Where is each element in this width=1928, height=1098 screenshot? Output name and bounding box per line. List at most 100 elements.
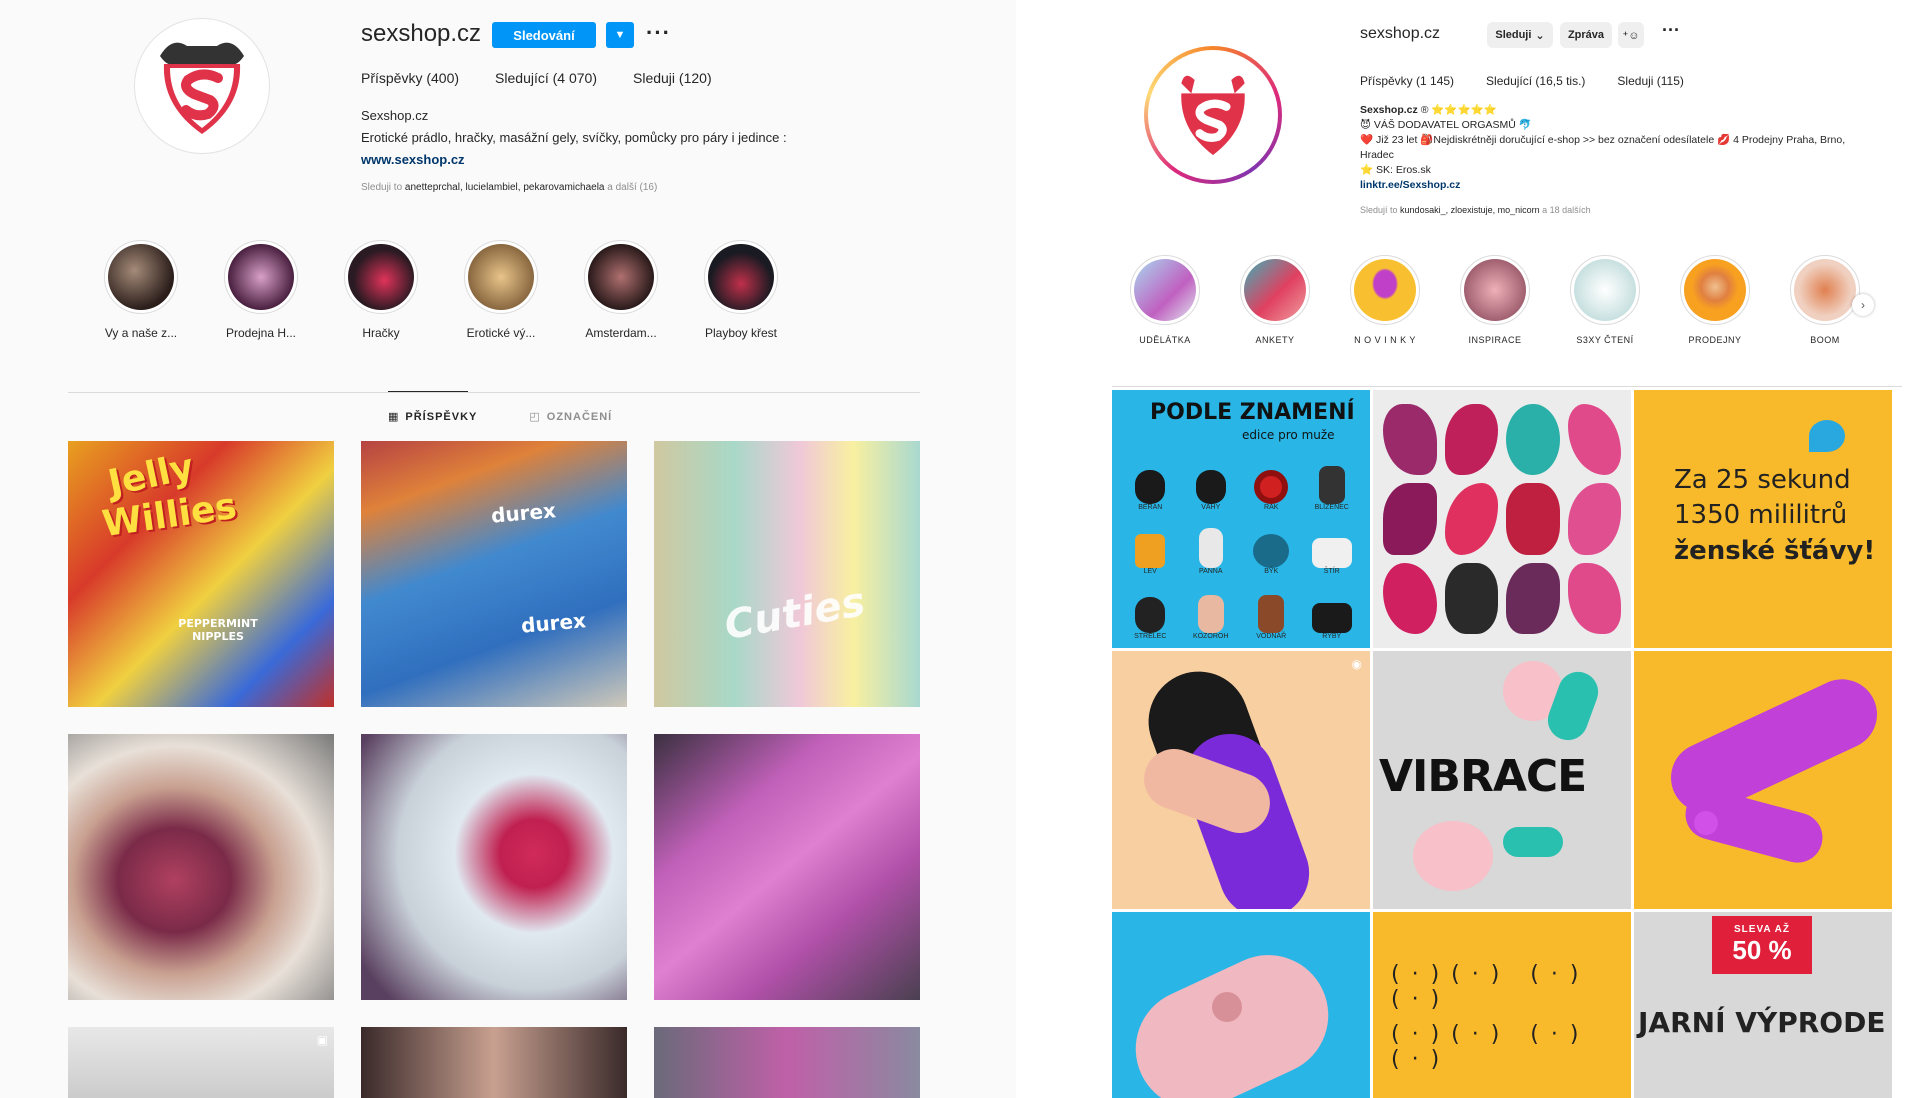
following-count[interactable]: Sleduji (115) [1617, 74, 1683, 88]
post-tile[interactable] [1373, 390, 1631, 648]
posts-grid: Jelly Willies PEPPERMINT NIPPLES durex d… [68, 441, 920, 1098]
tab-label: OZNAČENÍ [546, 410, 613, 423]
post-tile[interactable] [654, 734, 920, 1000]
post-tile[interactable]: PODLE ZNAMENÍ edice pro muže BERAN VÁHY … [1112, 390, 1370, 648]
followers-count[interactable]: Sledující (16,5 tis.) [1486, 74, 1585, 88]
more-options-icon[interactable]: ··· [1662, 20, 1680, 41]
highlight-label: Vy a naše z... [104, 326, 178, 340]
followed-by[interactable]: Sledují to kundosaki_, zloexistuje, mo_n… [1360, 205, 1591, 215]
highlight-label: Prodejna H... [225, 326, 297, 340]
chevron-down-icon: ⌄ [1535, 29, 1545, 42]
tabs-divider [68, 392, 920, 393]
post-text: PEPPERMINT NIPPLES [178, 617, 258, 643]
zodiac-label: LEV [1143, 568, 1157, 576]
followed-prefix: Sleduji to [361, 182, 403, 193]
post-tile[interactable]: Cuties [654, 441, 920, 707]
old-profile-panel: sexshop.cz Sledování ▼ ··· Příspěvky (40… [0, 0, 1016, 1098]
followers-count[interactable]: Sledující (4 070) [495, 70, 597, 86]
active-tab-indicator [388, 391, 468, 392]
following-button[interactable]: Sleduji ⌄ [1487, 22, 1553, 48]
followed-suffix: a 18 dalších [1542, 205, 1591, 215]
post-tile[interactable] [1634, 651, 1892, 909]
post-tile[interactable] [1112, 912, 1370, 1098]
highlight-label: N O V I N K Y [1354, 335, 1416, 345]
reel-icon: ▣ [316, 1033, 328, 1047]
zodiac-label: KOZOROH [1193, 633, 1229, 640]
profile-tabs: ▦ PŘÍSPĚVKY ◰ OZNAČENÍ [388, 410, 613, 424]
zodiac-label: BLÍŽENEC [1314, 503, 1349, 511]
post-text: ženské šťávy! [1674, 536, 1876, 566]
followed-names[interactable]: kundosaki_, zloexistuje, mo_nicorn [1400, 205, 1540, 215]
zodiac-label: ŠTÍR [1323, 568, 1340, 576]
highlight-item[interactable]: Erotické vý... [464, 240, 538, 340]
post-tile[interactable] [654, 1027, 920, 1098]
posts-count: Příspěvky (1 145) [1360, 74, 1455, 88]
highlight-item[interactable]: Vy a naše z... [104, 240, 178, 340]
highlight-item[interactable]: Prodejna H... [224, 240, 298, 340]
sale-badge-text: SLEVA AŽ [1734, 924, 1790, 935]
highlight-item[interactable]: UDĚLÁTKA [1130, 255, 1200, 345]
tab-tagged[interactable]: ◰ OZNAČENÍ [529, 410, 613, 424]
add-person-icon[interactable]: ⁺☺ [1618, 22, 1644, 48]
zodiac-label: BÝK [1264, 568, 1279, 576]
post-tile[interactable] [68, 734, 334, 1000]
post-tile[interactable]: Jelly Willies PEPPERMINT NIPPLES [68, 441, 334, 707]
highlight-item[interactable]: BOOM [1790, 255, 1860, 345]
message-button[interactable]: Zpráva [1560, 22, 1612, 48]
highlight-label: Playboy křest [704, 326, 778, 340]
highlight-label: UDĚLÁTKA [1139, 335, 1191, 345]
bio-line: ⭐ SK: Eros.sk [1360, 164, 1431, 176]
highlight-item[interactable]: INSPIRACE [1460, 255, 1530, 345]
post-text: durex [490, 498, 557, 528]
followed-prefix: Sledují to [1360, 205, 1398, 215]
followed-names[interactable]: anetteprchal, lucielambiel, pekarovamich… [405, 182, 605, 193]
highlight-item[interactable]: Amsterdam... [584, 240, 658, 340]
highlight-item[interactable]: Hračky [344, 240, 418, 340]
following-button[interactable]: Sledování [492, 22, 596, 48]
posts-count: Příspěvky (400) [361, 70, 460, 86]
highlight-item[interactable]: ANKETY [1240, 255, 1310, 345]
following-label: Sleduji [1495, 29, 1532, 41]
post-title: JARNÍ VÝPRODE [1638, 1006, 1886, 1039]
post-tile[interactable]: ◉ [1112, 651, 1370, 909]
story-highlights: Vy a naše z... Prodejna H... Hračky Erot… [104, 240, 778, 340]
profile-stats: Příspěvky (400) Sledující (4 070) Sleduj… [361, 70, 712, 86]
username: sexshop.cz [1360, 25, 1441, 42]
post-title: VIBRACE [1379, 751, 1587, 802]
bio-name: Sexshop.cz [361, 108, 429, 123]
post-tile[interactable] [361, 1027, 627, 1098]
post-tile[interactable] [361, 734, 627, 1000]
tag-icon: ◰ [529, 411, 541, 423]
bio-link[interactable]: www.sexshop.cz [361, 152, 465, 167]
bio-stars: ® ⭐⭐⭐⭐⭐ [1420, 104, 1497, 116]
highlight-label: BOOM [1810, 335, 1840, 345]
post-tile[interactable]: durex durex [361, 441, 627, 707]
post-tile[interactable]: (·)(·) (·)(·) (·)(·) (·)(·) [1373, 912, 1631, 1098]
post-tile[interactable]: Za 25 sekund 1350 mililitrů ženské šťávy… [1634, 390, 1892, 648]
highlight-item[interactable]: Playboy křest [704, 240, 778, 340]
post-tile[interactable]: ▣ [68, 1027, 334, 1098]
story-highlights: UDĚLÁTKA ANKETY N O V I N K Y INSPIRACE … [1130, 255, 1860, 345]
highlight-item[interactable]: N O V I N K Y [1350, 255, 1420, 345]
boobs-drawing: (·)(·) (·)(·) [1391, 962, 1591, 1012]
post-tile[interactable]: SLEVA AŽ 50 % JARNÍ VÝPRODE [1634, 912, 1892, 1098]
followed-by[interactable]: Sleduji to anetteprchal, lucielambiel, p… [361, 182, 657, 193]
bio-link[interactable]: linktr.ee/Sexshop.cz [1360, 178, 1880, 193]
highlight-item[interactable]: S3XY ČTENÍ [1570, 255, 1640, 345]
highlight-label: Amsterdam... [585, 326, 657, 340]
highlight-item[interactable]: PRODEJNY [1680, 255, 1750, 345]
more-options-icon[interactable]: ··· [646, 20, 671, 46]
chevron-right-icon[interactable]: › [1852, 294, 1874, 316]
highlight-label: Hračky [362, 326, 400, 340]
profile-avatar[interactable] [134, 18, 270, 154]
post-tile[interactable]: VIBRACE [1373, 651, 1631, 909]
highlight-label: S3XY ČTENÍ [1576, 335, 1634, 345]
post-title: PODLE ZNAMENÍ [1150, 400, 1355, 425]
caret-down-icon[interactable]: ▼ [606, 22, 634, 48]
following-count[interactable]: Sleduji (120) [633, 70, 712, 86]
zodiac-label: STŘELEC [1134, 633, 1167, 640]
profile-avatar[interactable] [1144, 46, 1282, 184]
highlight-label: ANKETY [1255, 335, 1295, 345]
avatar-inner [1148, 50, 1278, 180]
tab-posts[interactable]: ▦ PŘÍSPĚVKY [388, 410, 477, 424]
